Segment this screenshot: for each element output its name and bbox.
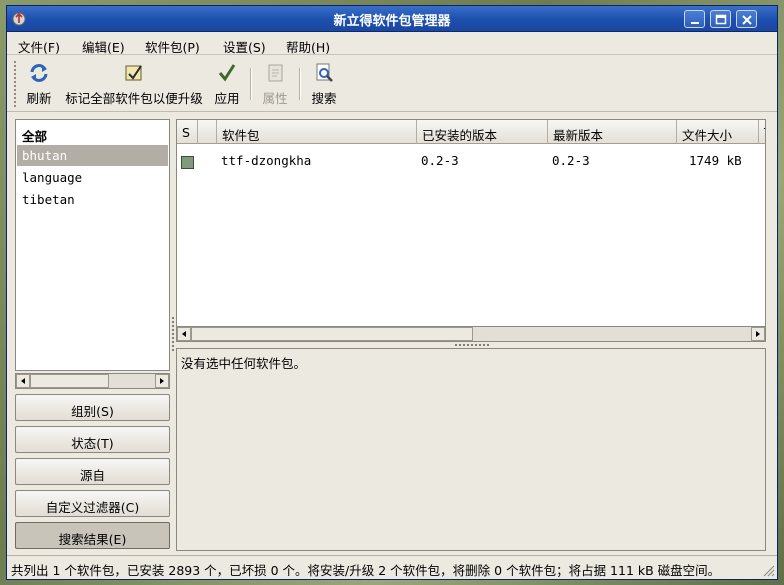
maximize-icon: [715, 14, 727, 25]
scroll-right-button[interactable]: [751, 327, 765, 341]
custom-filters-button[interactable]: 自定义过滤器(C): [15, 490, 170, 517]
mark-upgrades-icon: [125, 65, 142, 81]
column-header-extra[interactable]: T: [759, 120, 765, 144]
arrow-left-icon: [21, 378, 25, 384]
pane-splitter-horizontal[interactable]: [454, 343, 490, 347]
menu-bar: 文件(F) 编辑(E) 软件包(P) 设置(S) 帮助(H): [7, 33, 777, 55]
window-title: 新立得软件包管理器: [333, 14, 451, 29]
status-bar: 共列出 1 个软件包，已安装 2893 个，已坏损 0 个。将安装/升级 2 个…: [7, 555, 777, 579]
column-header-latest-version[interactable]: 最新版本: [548, 120, 677, 144]
column-header-status[interactable]: S: [177, 120, 198, 144]
toolbar: 刷新 标记全部软件包以便升级 应用 属性 搜索: [7, 56, 777, 112]
package-description-pane: 没有选中任何软件包。: [176, 348, 766, 551]
scroll-thumb[interactable]: [191, 327, 473, 341]
menu-file[interactable]: 文件(F): [18, 37, 60, 56]
maximize-button[interactable]: [710, 10, 731, 28]
minimize-icon: [691, 22, 699, 24]
search-button[interactable]: 搜索: [306, 62, 342, 108]
mark-all-upgrades-button[interactable]: 标记全部软件包以便升级: [61, 62, 207, 108]
sections-filter-button[interactable]: 组别(S): [15, 394, 170, 421]
section-item-language[interactable]: language: [17, 167, 168, 188]
menu-edit[interactable]: 编辑(E): [82, 37, 125, 56]
menu-help[interactable]: 帮助(H): [286, 37, 330, 56]
title-bar[interactable]: 新立得软件包管理器: [7, 6, 777, 32]
section-item-all[interactable]: 全部: [17, 123, 168, 144]
properties-button[interactable]: 属性: [257, 62, 293, 108]
latest-version-cell: 0.2-3: [552, 153, 590, 168]
package-table-hscrollbar[interactable]: [176, 326, 766, 342]
menu-settings[interactable]: 设置(S): [223, 37, 266, 56]
refresh-label: 刷新: [26, 91, 52, 106]
status-text: 共列出 1 个软件包，已安装 2893 个，已坏损 0 个。将安装/升级 2 个…: [11, 563, 721, 578]
package-status-checkbox[interactable]: [181, 156, 194, 169]
scroll-right-button[interactable]: [155, 374, 169, 388]
status-filter-button[interactable]: 状态(T): [15, 426, 170, 453]
arrow-right-icon: [756, 331, 760, 337]
scroll-left-button[interactable]: [16, 374, 30, 388]
search-results-button[interactable]: 搜索结果(E): [15, 522, 170, 549]
pane-splitter-vertical[interactable]: [171, 316, 175, 352]
section-item-bhutan[interactable]: bhutan: [17, 145, 168, 166]
origin-filter-button[interactable]: 源自: [15, 458, 170, 485]
minimize-button[interactable]: [684, 10, 705, 28]
toolbar-separator: [250, 68, 252, 100]
column-header-package[interactable]: 软件包: [217, 120, 417, 144]
column-header-size[interactable]: 文件大小: [677, 120, 759, 144]
arrow-left-icon: [182, 331, 186, 337]
section-list[interactable]: 全部 bhutan language tibetan: [15, 119, 170, 371]
arrow-right-icon: [160, 378, 164, 384]
menu-package[interactable]: 软件包(P): [145, 37, 200, 56]
scroll-thumb[interactable]: [30, 374, 109, 388]
refresh-icon: [30, 64, 48, 82]
mark-all-upgrades-label: 标记全部软件包以便升级: [65, 91, 203, 106]
refresh-button[interactable]: 刷新: [21, 62, 57, 108]
toolbar-separator: [299, 68, 301, 100]
toolbar-grip[interactable]: [13, 60, 17, 108]
section-item-tibetan[interactable]: tibetan: [17, 189, 168, 210]
search-label: 搜索: [311, 91, 337, 106]
size-cell: 1749 kB: [689, 153, 742, 168]
synaptic-window: 新立得软件包管理器 文件(F) 编辑(E) 软件包(P) 设置(S) 帮助(H)…: [6, 5, 778, 580]
resize-grip-icon[interactable]: [761, 563, 775, 577]
search-icon: [316, 63, 333, 82]
properties-label: 属性: [262, 91, 288, 106]
column-header-installed-version[interactable]: 已安装的版本: [417, 120, 548, 144]
column-header-support[interactable]: [198, 120, 217, 144]
section-list-hscrollbar[interactable]: [15, 373, 170, 389]
package-table[interactable]: S 软件包 已安装的版本 最新版本 文件大小 T ttf-dzongkha 0.…: [176, 119, 766, 327]
apply-button[interactable]: 应用: [210, 62, 244, 108]
package-name-cell: ttf-dzongkha: [221, 153, 312, 168]
description-text: 没有选中任何软件包。: [181, 356, 307, 371]
scroll-left-button[interactable]: [177, 327, 191, 341]
checkmark-icon: [218, 64, 236, 82]
close-button[interactable]: [736, 10, 757, 28]
properties-icon: [268, 64, 283, 82]
close-icon: [742, 15, 752, 25]
installed-version-cell: 0.2-3: [421, 153, 459, 168]
apply-label: 应用: [214, 91, 240, 106]
